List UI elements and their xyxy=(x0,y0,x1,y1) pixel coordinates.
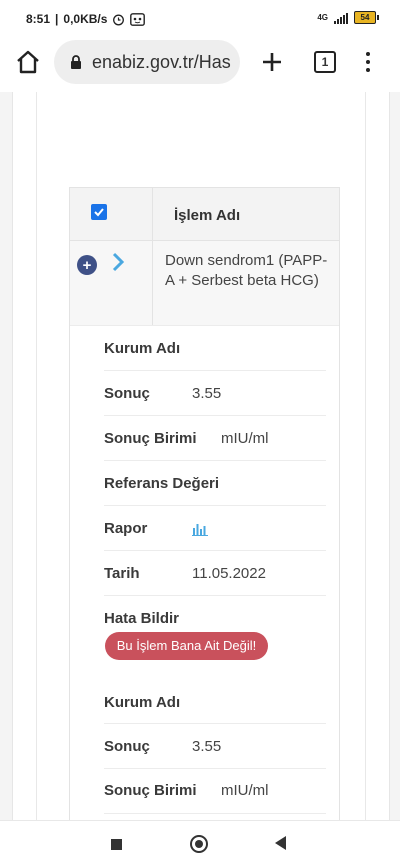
bar-chart-icon[interactable] xyxy=(192,522,208,536)
address-bar[interactable]: enabiz.gov.tr/Has xyxy=(54,40,240,84)
battery-icon: 54 xyxy=(354,11,379,24)
detail-value: 3.55 xyxy=(192,738,222,755)
table-header: İşlem Adı xyxy=(70,188,339,241)
plus-icon[interactable] xyxy=(260,50,284,74)
detail-key: Sonuç Birimi xyxy=(104,430,197,447)
select-all-checkbox[interactable] xyxy=(91,204,107,220)
detail-tarih: Tarih 11.05.2022 xyxy=(104,551,326,596)
detail-sonuc-2: Sonuç 3.55 xyxy=(104,724,326,769)
detail-kurum-adi-2: Kurum Adı xyxy=(104,679,326,724)
home-nav-icon[interactable] xyxy=(190,835,208,853)
detail-value: 3.55 xyxy=(192,385,222,402)
menu-icon[interactable] xyxy=(362,50,374,74)
status-separator: | xyxy=(55,12,59,26)
detail-key: Kurum Adı xyxy=(104,340,181,357)
status-right: 4G 54 xyxy=(317,11,379,24)
detail-referans-degeri: Referans Değeri xyxy=(104,461,326,506)
detail-key: Tarih xyxy=(104,565,140,582)
detail-value: 11.05.2022 xyxy=(192,565,266,582)
tabs-icon[interactable]: 1 xyxy=(314,51,336,73)
home-icon[interactable] xyxy=(14,48,42,76)
detail-sonuc: Sonuç 3.55 xyxy=(104,371,326,416)
signal-icon xyxy=(334,12,348,24)
alarm-icon xyxy=(113,14,125,25)
detail-sonuc-birimi-2: Sonuç Birimi mIU/ml xyxy=(104,769,326,814)
url-text: enabiz.gov.tr/Has xyxy=(92,51,231,72)
detail-sonuc-birimi: Sonuç Birimi mIU/ml xyxy=(104,416,326,461)
detail-key: Kurum Adı xyxy=(104,694,181,711)
column-header-islem-adi: İşlem Adı xyxy=(174,207,241,224)
status-speed: 0,0KB/s xyxy=(63,12,108,26)
detail-key: Referans Değeri xyxy=(104,475,220,492)
checkbox-icon xyxy=(94,208,104,217)
report-error-button[interactable]: Bu İşlem Bana Ait Değil! xyxy=(105,632,268,660)
status-time: 8:51 xyxy=(26,12,51,26)
row-islem-adi: Down sendrom1 (PAPP-A + Serbest beta HCG… xyxy=(165,252,328,289)
page-content: İşlem Adı + Down sendrom1 (PAPP-A + Serb… xyxy=(0,92,400,820)
detail-key: Hata Bildir xyxy=(104,610,180,627)
detail-kurum-adi: Kurum Adı xyxy=(104,326,326,371)
recents-icon[interactable] xyxy=(111,839,122,850)
detail-key: Sonuç xyxy=(104,738,150,755)
detail-key: Rapor xyxy=(104,520,148,537)
network-icon: 4G xyxy=(317,13,328,22)
detail-value: mIU/ml xyxy=(221,430,269,447)
detail-key: Sonuç Birimi xyxy=(104,782,197,799)
detail-value: mIU/ml xyxy=(221,782,269,799)
detail-rapor: Rapor xyxy=(104,506,326,551)
table-row: + Down sendrom1 (PAPP-A + Serbest beta H… xyxy=(70,241,339,326)
expand-icon[interactable]: + xyxy=(77,255,97,275)
lock-icon xyxy=(71,55,81,69)
app-notification-icon xyxy=(130,12,146,26)
back-icon[interactable] xyxy=(275,836,286,850)
status-bar: 8:51 | 0,0KB/s 4G 54 xyxy=(0,0,400,38)
status-left: 8:51 | 0,0KB/s xyxy=(26,12,146,26)
detail-key: Sonuç xyxy=(104,385,150,402)
system-nav-bar xyxy=(0,820,400,867)
browser-toolbar: enabiz.gov.tr/Has 1 xyxy=(0,38,400,86)
results-table: İşlem Adı + Down sendrom1 (PAPP-A + Serb… xyxy=(69,187,340,820)
chevron-right-icon[interactable] xyxy=(111,252,125,272)
